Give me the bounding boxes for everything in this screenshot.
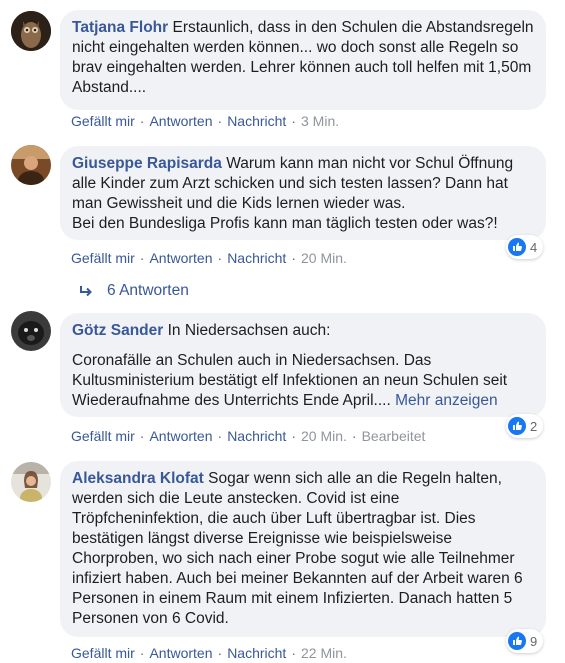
comment-bubble: Aleksandra Klofat Sogar wenn sich alle a… [60,461,546,637]
like-reaction-icon [508,238,526,256]
reaction-count[interactable]: 4 [506,235,544,259]
comment-actions: Gefällt mir · Antworten · Nachricht · 22 Min. [71,645,347,661]
reaction-number: 2 [530,418,538,434]
message-link[interactable]: Nachricht [227,428,286,444]
message-link[interactable]: Nachricht [227,250,286,266]
message-link[interactable]: Nachricht [227,645,286,661]
comment-author[interactable]: Tatjana Flohr [72,19,168,36]
owl-avatar-icon [11,11,51,51]
like-reaction-icon [508,417,526,435]
reaction-number: 4 [530,239,538,255]
reaction-number: 9 [530,633,538,649]
comment-bubble: Tatjana Flohr Erstaunlich, dass in den S… [60,10,546,110]
reply-link[interactable]: Antworten [149,428,212,444]
comment-text-line2: Bei den Bundesliga Profis kann man tägli… [72,215,498,232]
person-avatar-icon [11,145,51,185]
timestamp[interactable]: 22 Min. [301,645,347,661]
avatar[interactable] [11,11,51,51]
comment-author[interactable]: Aleksandra Klofat [72,470,204,487]
comment-bubble: Giuseppe Rapisarda Warum kann man nicht … [60,146,546,240]
timestamp[interactable]: 20 Min. [301,250,347,266]
avatar[interactable] [11,145,51,185]
avatar[interactable] [11,462,51,502]
reply-link[interactable]: Antworten [149,250,212,266]
comment-author[interactable]: Giuseppe Rapisarda [72,155,222,172]
timestamp[interactable]: 3 Min. [301,113,339,129]
avatar[interactable] [11,311,51,351]
like-link[interactable]: Gefällt mir [71,645,135,661]
like-reaction-icon [508,632,526,650]
comment-actions: Gefällt mir · Antworten · Nachricht · 20 Min. [71,250,347,266]
message-link[interactable]: Nachricht [227,113,286,129]
comment-actions: Gefällt mir · Antworten · Nachricht · 20 Min. ·… [71,428,426,444]
comment-text: Sogar wenn sich alle an die Regeln halte… [72,470,523,627]
comment-text: In Niedersachsen auch: [167,322,331,339]
dog-avatar-icon [11,311,51,351]
view-replies-button[interactable]: 6 Antworten [79,282,189,300]
like-link[interactable]: Gefällt mir [71,428,135,444]
like-link[interactable]: Gefällt mir [71,250,135,266]
timestamp[interactable]: 20 Min. [301,428,347,444]
show-more-link[interactable]: Mehr anzeigen [395,392,498,409]
reaction-count[interactable]: 9 [506,629,544,653]
comment-author[interactable]: Götz Sander [72,322,163,339]
edited-label[interactable]: Bearbeitet [362,428,426,444]
like-link[interactable]: Gefällt mir [71,113,135,129]
person-avatar-icon [11,462,51,502]
reply-arrow-icon [80,286,92,297]
comment-actions: Gefällt mir · Antworten · Nachricht · 3 Min. [71,113,340,129]
comment-bubble: Götz Sander In Niedersachsen auch: Coron… [60,313,546,417]
replies-label: 6 Antworten [107,282,189,299]
reply-link[interactable]: Antworten [149,645,212,661]
reply-link[interactable]: Antworten [149,113,212,129]
reaction-count[interactable]: 2 [506,414,544,438]
